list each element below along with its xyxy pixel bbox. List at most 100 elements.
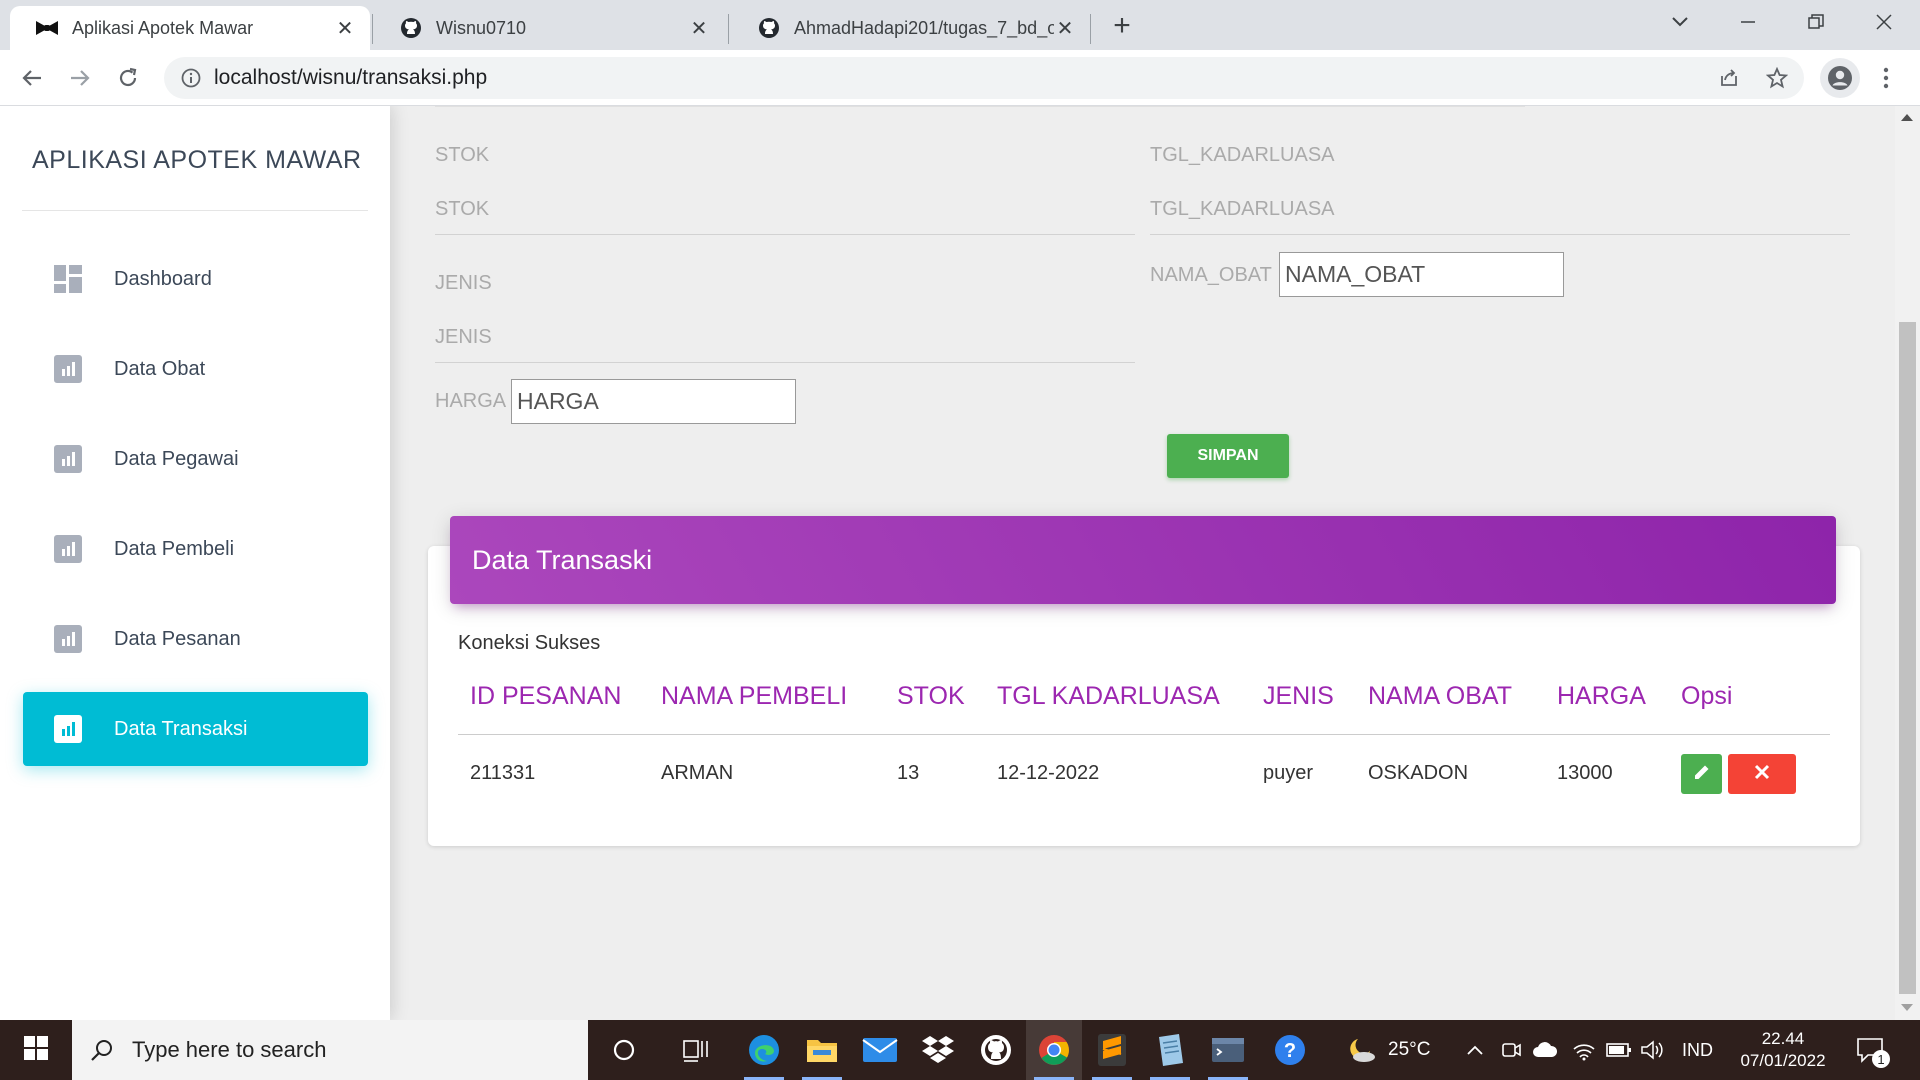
browser-toolbar: localhost/wisnu/transaksi.php [0, 50, 1920, 106]
column-header: NAMA OBAT [1368, 682, 1513, 710]
scroll-up-arrow-icon[interactable] [1901, 114, 1913, 121]
divider [435, 106, 1525, 107]
sidebar-item-data-pegawai[interactable]: Data Pegawai [23, 422, 368, 496]
page-viewport: APLIKASI APOTEK MAWAR Dashboard Data Oba… [0, 106, 1920, 1020]
input-language[interactable]: IND [1682, 1020, 1713, 1080]
mail-icon[interactable] [852, 1020, 908, 1080]
show-hidden-icons-chevron-icon[interactable] [1466, 1020, 1484, 1080]
system-clock[interactable]: 22.44 07/01/2022 [1728, 1028, 1838, 1072]
chrome-icon[interactable] [1026, 1020, 1082, 1080]
search-icon [90, 1038, 114, 1062]
info-icon[interactable] [178, 65, 204, 91]
meet-now-icon[interactable] [1500, 1020, 1522, 1080]
chart-icon [52, 353, 84, 385]
chat-bubble-icon: 1 [1856, 1036, 1890, 1068]
sql-terminal-icon[interactable] [1200, 1020, 1256, 1080]
brand-title[interactable]: APLIKASI APOTEK MAWAR [32, 146, 362, 175]
minimize-button[interactable] [1720, 4, 1776, 40]
nama-obat-input[interactable]: NAMA_OBAT [1279, 252, 1564, 297]
windows-taskbar: Type here to search ? 25°C IND 22.44 07/… [0, 1020, 1920, 1080]
cell-harga: 13000 [1557, 762, 1613, 784]
profile-avatar-icon[interactable] [1820, 58, 1860, 98]
tab-separator [1090, 14, 1091, 44]
task-view-icon[interactable] [668, 1020, 724, 1080]
jenis-input-underline [435, 362, 1135, 363]
forward-button[interactable] [62, 60, 98, 96]
github-icon [400, 17, 422, 39]
sidebar: APLIKASI APOTEK MAWAR Dashboard Data Oba… [0, 106, 390, 1020]
tab-title: Wisnu0710 [436, 17, 527, 38]
cortana-icon[interactable] [596, 1020, 652, 1080]
page-scrollbar[interactable] [1895, 106, 1920, 1020]
onedrive-cloud-icon[interactable] [1532, 1020, 1558, 1080]
file-explorer-icon[interactable] [794, 1020, 850, 1080]
start-button[interactable] [0, 1020, 72, 1080]
sidebar-item-data-transaksi[interactable]: Data Transaksi [23, 692, 368, 766]
github-desktop-icon[interactable] [968, 1020, 1024, 1080]
scrollbar-thumb[interactable] [1899, 322, 1916, 994]
edit-button[interactable] [1681, 754, 1722, 794]
sublime-text-icon[interactable] [1084, 1020, 1140, 1080]
close-icon[interactable]: ✕ [1054, 17, 1076, 40]
jenis-label: JENIS [435, 272, 492, 294]
dashboard-icon [52, 263, 84, 295]
clock-time: 22.44 [1761, 1029, 1805, 1048]
column-header: ID PESANAN [470, 682, 622, 710]
moon-cloud-icon [1344, 1035, 1378, 1065]
tab-ahmadhadapi[interactable]: AhmadHadapi201/tugas_7_bd_o ✕ [732, 6, 1090, 50]
tgl-kadarluasa-input[interactable]: TGL_KADARLUASA [1150, 198, 1335, 221]
chart-icon [52, 533, 84, 565]
close-window-button[interactable] [1856, 4, 1912, 40]
volume-icon[interactable] [1640, 1020, 1664, 1080]
tab-aplikasi-apotek[interactable]: Aplikasi Apotek Mawar ✕ [10, 6, 370, 50]
notification-center-button[interactable]: 1 [1856, 1020, 1890, 1080]
harga-input[interactable]: HARGA [511, 379, 796, 424]
jenis-input[interactable]: JENIS [435, 326, 492, 349]
delete-button[interactable] [1728, 754, 1796, 794]
notification-badge: 1 [1872, 1050, 1890, 1068]
cell-stok: 13 [897, 762, 920, 784]
bookmark-star-icon[interactable] [1764, 65, 1790, 91]
pencil-icon [1692, 762, 1712, 787]
address-bar[interactable]: localhost/wisnu/transaksi.php [164, 57, 1804, 99]
stok-input[interactable]: STOK [435, 198, 489, 221]
sidebar-item-data-pembeli[interactable]: Data Pembeli [23, 512, 368, 586]
new-tab-button[interactable]: + [1106, 9, 1138, 42]
sidebar-item-dashboard[interactable]: Dashboard [23, 242, 368, 316]
sidebar-item-label: Data Pembeli [114, 537, 235, 560]
cell-nama-obat: OSKADON [1368, 762, 1469, 784]
wifi-icon[interactable] [1572, 1020, 1596, 1080]
restore-button[interactable] [1788, 4, 1844, 40]
tab-search-chevron-icon[interactable] [1652, 4, 1708, 40]
help-icon[interactable]: ? [1262, 1020, 1318, 1080]
kebab-menu-icon[interactable] [1868, 60, 1904, 96]
tab-separator [728, 14, 729, 44]
close-icon[interactable]: ✕ [688, 17, 710, 40]
column-header: JENIS [1263, 682, 1334, 710]
sidebar-item-data-obat[interactable]: Data Obat [23, 332, 368, 406]
column-header: NAMA PEMBELI [661, 682, 848, 710]
github-icon [758, 17, 780, 39]
back-button[interactable] [14, 60, 50, 96]
cell-tgl-kadarluasa: 12-12-2022 [997, 762, 1100, 784]
notepad-icon[interactable] [1142, 1020, 1198, 1080]
weather-widget[interactable]: 25°C [1344, 1020, 1430, 1080]
temperature: 25°C [1388, 1039, 1431, 1060]
divider [22, 210, 368, 211]
tab-wisnu0710[interactable]: Wisnu0710 ✕ [374, 6, 724, 50]
taskbar-search-box[interactable]: Type here to search [72, 1020, 588, 1080]
simpan-button[interactable]: SIMPAN [1167, 434, 1289, 478]
close-icon[interactable]: ✕ [334, 17, 356, 40]
dropbox-icon[interactable] [910, 1020, 966, 1080]
column-header: TGL KADARLUASA [997, 682, 1220, 710]
card-header: Data Transaski [450, 516, 1836, 604]
sidebar-item-data-pesanan[interactable]: Data Pesanan [23, 602, 368, 676]
battery-icon[interactable] [1606, 1020, 1632, 1080]
column-header: STOK [897, 682, 965, 710]
edge-browser-icon[interactable] [736, 1020, 792, 1080]
share-icon[interactable] [1716, 65, 1742, 91]
scroll-down-arrow-icon[interactable] [1901, 1004, 1913, 1011]
column-header: Opsi [1681, 682, 1733, 710]
search-placeholder: Type here to search [132, 1037, 327, 1062]
reload-button[interactable] [110, 60, 146, 96]
